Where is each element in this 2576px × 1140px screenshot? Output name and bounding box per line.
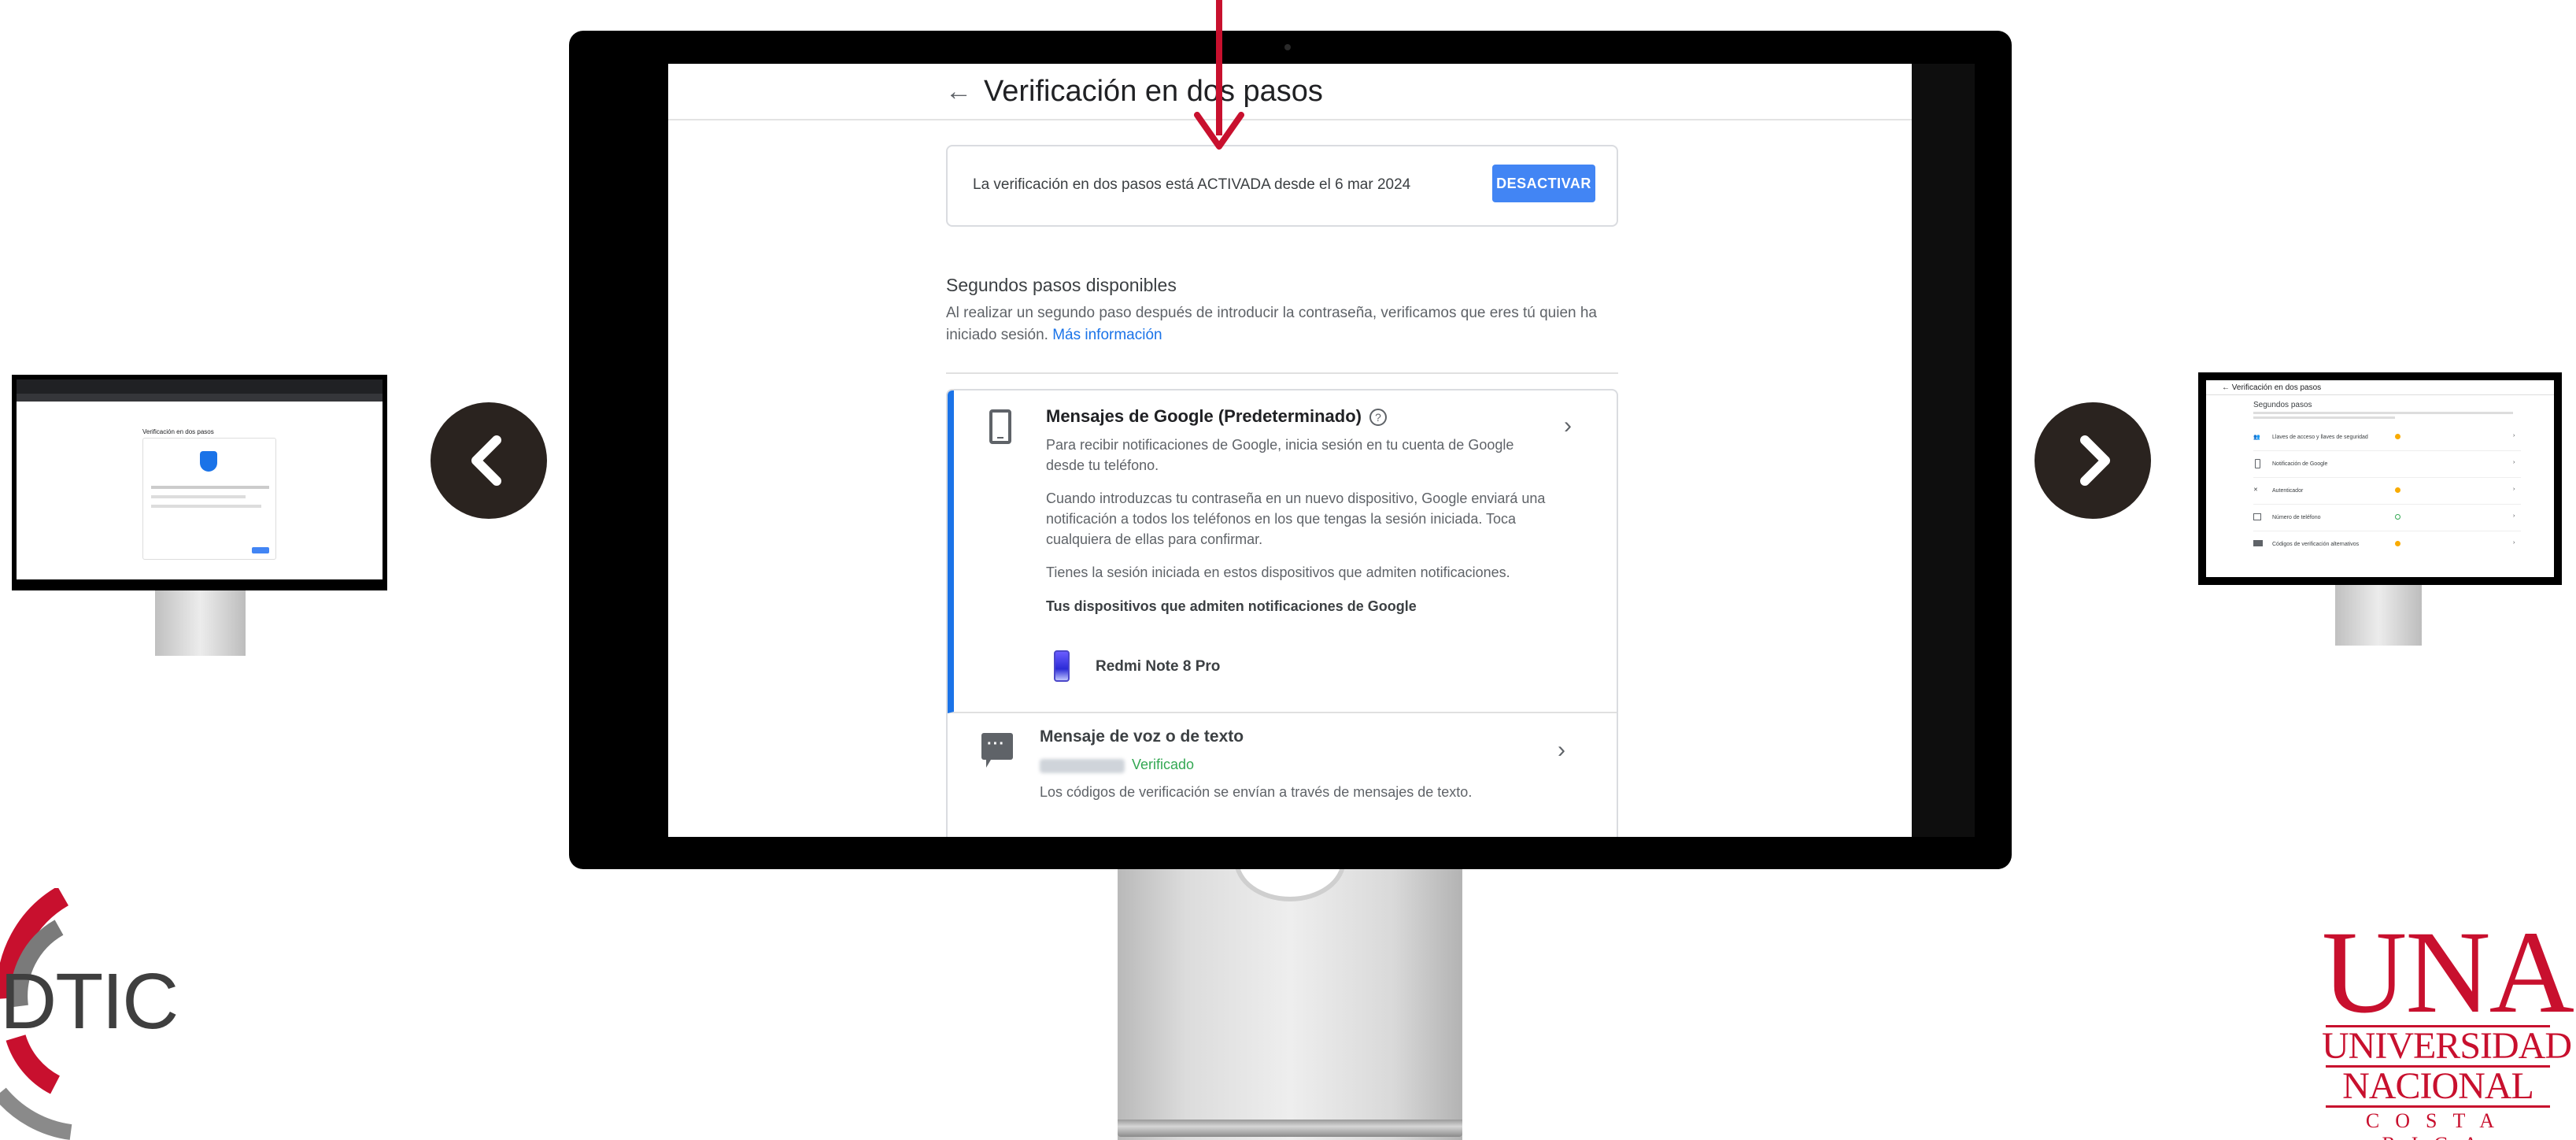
section-description: Al realizar un segundo paso después de i… [946,302,1599,346]
second-steps-list: Mensajes de Google (Predeterminado)? › P… [946,389,1618,837]
devices-heading: Tus dispositivos que admiten notificacio… [1046,598,1417,614]
chevron-right-icon[interactable]: › [1564,413,1572,439]
phone-icon [989,409,1011,444]
screen-shadow [1912,64,1975,837]
warning-dot [2395,541,2400,546]
monitor-camera [1284,44,1291,50]
passkey-icon: 👥 [2253,435,2260,440]
chevron-right-icon[interactable]: › [1558,737,1565,764]
right-mini-title: ← Verificación en dos pasos [2222,383,2322,392]
deactivate-button[interactable]: DESACTIVAR [1492,165,1595,202]
right-mini-row-label: Llaves de acceso y llaves de seguridad [2272,435,2368,440]
status-text: La verificación en dos pasos está ACTIVA… [973,176,1411,193]
left-mini-card [142,438,276,560]
section-title: Segundos pasos disponibles [946,275,1177,295]
right-mini-row: ✕ Autenticador › [2253,478,2521,505]
section-divider [946,372,1618,374]
status-card: La verificación en dos pasos está ACTIVA… [946,145,1618,227]
google-prompts-p1: Para recibir notificaciones de Google, i… [1046,437,1514,473]
warning-dot [2395,434,2400,439]
right-mini-list: 👥 Llaves de acceso y llaves de seguridad… [2253,424,2521,558]
left-mini-monitor[interactable]: Verificación en dos pasos [12,375,387,590]
una-logo-line3: COSTA RICA [2365,1109,2511,1140]
right-mini-screen: ← Verificación en dos pasos Segundos pas… [2206,380,2554,577]
page-header: ← Verificación en dos pasos [668,64,1912,120]
left-mini-text-line [151,505,261,508]
left-mini-browser-bar [17,379,383,394]
pointer-arrow-head [1194,112,1244,150]
right-mini-row-label: Autenticador [2272,488,2304,494]
arrow-left-icon[interactable]: ← [945,76,972,107]
right-mini-row: Número de teléfono › [2253,505,2521,531]
right-mini-row: Notificación de Google › [2253,451,2521,478]
right-mini-row-label: Número de teléfono [2272,515,2321,520]
page-title: Verificación en dos pasos [984,75,1323,108]
chevron-right-icon [2080,435,2110,486]
google-prompts-title: Mensajes de Google (Predeterminado)? [1046,406,1387,427]
left-mini-text-line [151,486,269,489]
message-dots: ··· [987,735,1005,753]
blurred-phone-number [1040,759,1125,773]
google-prompts-p3: Tienes la sesión iniciada en estos dispo… [1046,564,1510,580]
una-logo-line1: UNIVERSIDAD [2322,1025,2572,1067]
right-mini-desc-line [2253,412,2513,414]
verified-status: Verificado [1132,757,1195,772]
check-dot [2395,514,2400,520]
help-circle-icon[interactable]: ? [1369,409,1387,427]
chevron-right-icon: › [2513,460,2515,465]
message-icon [2253,513,2261,520]
chevron-right-icon: › [2513,433,2515,439]
chevron-right-icon: › [2513,513,2515,519]
left-mini-screen: Verificación en dos pasos [17,379,383,579]
chevron-right-icon: › [2513,540,2515,546]
right-mini-row-label: Notificación de Google [2272,461,2328,467]
right-mini-row: 👥 Llaves de acceso y llaves de seguridad… [2253,424,2521,451]
shield-icon [200,451,217,472]
google-prompts-title-text: Mensajes de Google (Predeterminado) [1046,406,1362,426]
backup-codes-icon [2253,540,2263,546]
section-description-text: Al realizar un segundo paso después de i… [946,305,1598,343]
google-prompts-p2: Cuando introduzcas tu contraseña en un n… [1046,490,1546,547]
una-logo-big: UNA [2322,907,2574,1038]
dtic-logo-text: DTIC [0,957,179,1046]
voice-text-item[interactable]: ··· Mensaje de voz o de texto Verificado… [948,713,1617,837]
authenticator-icon: ✕ [2253,487,2258,493]
chevron-right-icon: › [2513,487,2515,492]
left-mini-text-line [151,495,246,498]
right-mini-row-label: Códigos de verificación alternativos [2272,542,2360,547]
more-info-link[interactable]: Más información [1052,327,1162,343]
right-mini-stand [2335,576,2422,646]
voice-text-title: Mensaje de voz o de texto [1040,727,1244,746]
una-logo-line2: NACIONAL [2342,1065,2534,1107]
device-name: Redmi Note 8 Pro [1096,658,1221,675]
warning-dot [2395,487,2400,493]
monitor-stand-foot [1118,1120,1462,1137]
right-mini-divider [2206,394,2554,395]
una-logo: UNA UNIVERSIDAD NACIONAL COSTA RICA [2322,907,2574,1140]
google-prompts-item[interactable]: Mensajes de Google (Predeterminado)? › P… [948,390,1617,713]
right-mini-desc-line [2253,416,2395,419]
previous-button[interactable] [431,402,547,519]
right-mini-row: Códigos de verificación alternativos › [2253,531,2521,558]
right-mini-heading: Segundos pasos [2253,401,2312,409]
next-button[interactable] [2035,402,2151,519]
right-mini-monitor[interactable]: ← Verificación en dos pasos Segundos pas… [2198,372,2562,585]
left-mini-button [252,547,269,553]
left-mini-address-bar [17,394,383,402]
voice-text-description: Los códigos de verificación se envían a … [1040,784,1473,800]
chevron-left-icon [471,435,501,486]
right-mini-title-text: Verificación en dos pasos [2231,383,2322,392]
phone-icon [2255,459,2260,468]
main-screen: ← Verificación en dos pasos La verificac… [668,64,1912,837]
smartphone-icon [1054,650,1070,682]
left-mini-stand [155,587,246,656]
left-mini-title: Verificación en dos pasos [142,428,214,435]
